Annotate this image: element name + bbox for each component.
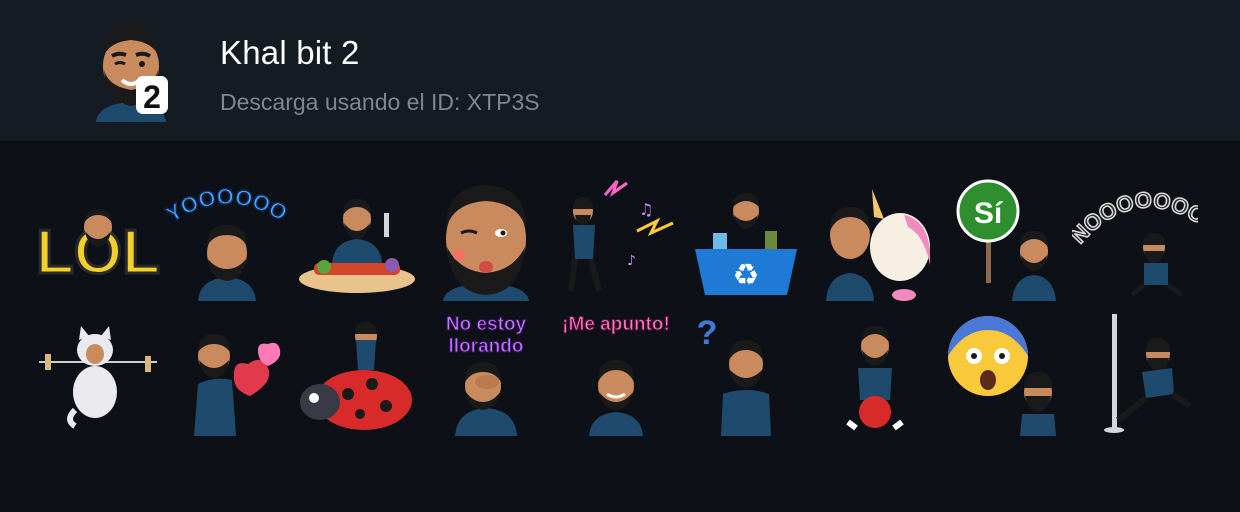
recycle-icon: ♻ <box>733 258 760 293</box>
sticker-heart-punch[interactable] <box>164 310 290 436</box>
sticker-dance-music[interactable]: ♫ ♪ <box>553 175 679 301</box>
sticker-yooo[interactable]: YOOOOOOOOO <box>164 175 290 301</box>
sticker-cat-hanging[interactable] <box>35 310 161 436</box>
no-estoy-caption-line2: llorando <box>449 336 524 357</box>
avatar-badge: 2 <box>143 79 161 115</box>
sticker-question[interactable]: ? <box>683 310 809 436</box>
sticker-pole-dance[interactable] <box>1072 310 1198 436</box>
sticker-cooking[interactable] <box>294 175 420 301</box>
sticker-recycle-bin[interactable]: ♻ <box>683 175 809 301</box>
nooo-caption: NOOOOOOOO <box>1072 175 1198 248</box>
pack-id-text: Descarga usando el ID: XTP3S <box>220 89 540 115</box>
sticker-unicorn-hug[interactable] <box>812 175 938 301</box>
sticker-ladybug-ride[interactable] <box>294 310 420 436</box>
sticker-kiss-face[interactable] <box>423 175 549 301</box>
pack-avatar: 2 <box>88 18 174 122</box>
no-estoy-caption-line1: No estoy <box>446 314 527 335</box>
question-caption: ? <box>697 314 718 352</box>
pack-title: Khal bit 2 <box>220 34 360 71</box>
sticker-shocked-emoji[interactable] <box>942 310 1068 436</box>
avatar-face-icon: 2 <box>96 24 168 122</box>
sticker-lol[interactable]: LOL <box>35 175 161 301</box>
sticker-nooo[interactable]: NOOOOOOOO <box>1072 175 1198 301</box>
pack-header: 2 Khal bit 2 Descarga usando el ID: XTP3… <box>0 0 1240 141</box>
svg-text:♫: ♫ <box>639 200 653 219</box>
sticker-si-sign[interactable]: Sí <box>942 175 1068 301</box>
sticker-hopper-ball[interactable] <box>812 310 938 436</box>
sticker-me-apunto[interactable]: ¡Me apunto! <box>553 310 679 436</box>
me-apunto-caption: ¡Me apunto! <box>562 314 670 335</box>
sticker-grid: LOL YOOOOOOOOO <box>30 170 1210 440</box>
sticker-no-estoy-llorando[interactable]: No estoy llorando <box>423 310 549 436</box>
svg-text:♪: ♪ <box>627 253 636 269</box>
si-caption: Sí <box>974 197 1004 230</box>
yooo-caption: YOOOOOOOOO <box>164 175 290 227</box>
